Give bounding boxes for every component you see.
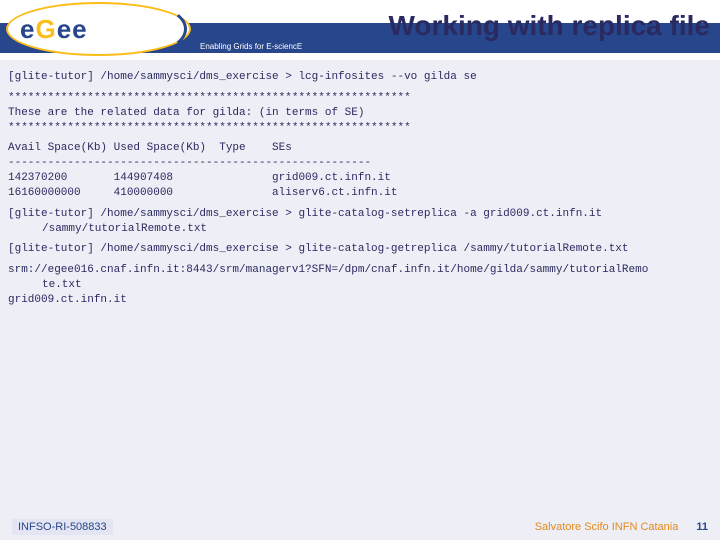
page-number: 11 <box>696 521 708 533</box>
cmd-getreplica: [glite-tutor] /home/sammysci/dms_exercis… <box>8 242 712 257</box>
se-table: Avail Space(Kb) Used Space(Kb) Type SEs … <box>8 141 712 200</box>
cmd-setreplica: [glite-tutor] /home/sammysci/dms_exercis… <box>8 207 712 237</box>
output-block: ****************************************… <box>8 91 712 136</box>
cmd-infosites: [glite-tutor] /home/sammysci/dms_exercis… <box>8 70 712 85</box>
slide-title: Working with replica file <box>388 10 710 42</box>
slide-header: eGee Enabling Grids for E-sciencE Workin… <box>0 0 720 60</box>
tagline: Enabling Grids for E-sciencE <box>200 42 302 51</box>
logo-arc <box>117 6 187 52</box>
footer-author: Salvatore Scifo INFN Catania <box>535 521 679 533</box>
output-srm: srm://egee016.cnaf.infn.it:8443/srm/mana… <box>8 263 712 308</box>
footer-project-id: INFSO-RI-508833 <box>12 519 113 535</box>
slide-footer: INFSO-RI-508833 Salvatore Scifo INFN Cat… <box>0 514 720 540</box>
logo-text: eGee <box>20 14 88 45</box>
slide-content: [glite-tutor] /home/sammysci/dms_exercis… <box>0 60 720 308</box>
egee-logo: eGee <box>6 2 191 56</box>
